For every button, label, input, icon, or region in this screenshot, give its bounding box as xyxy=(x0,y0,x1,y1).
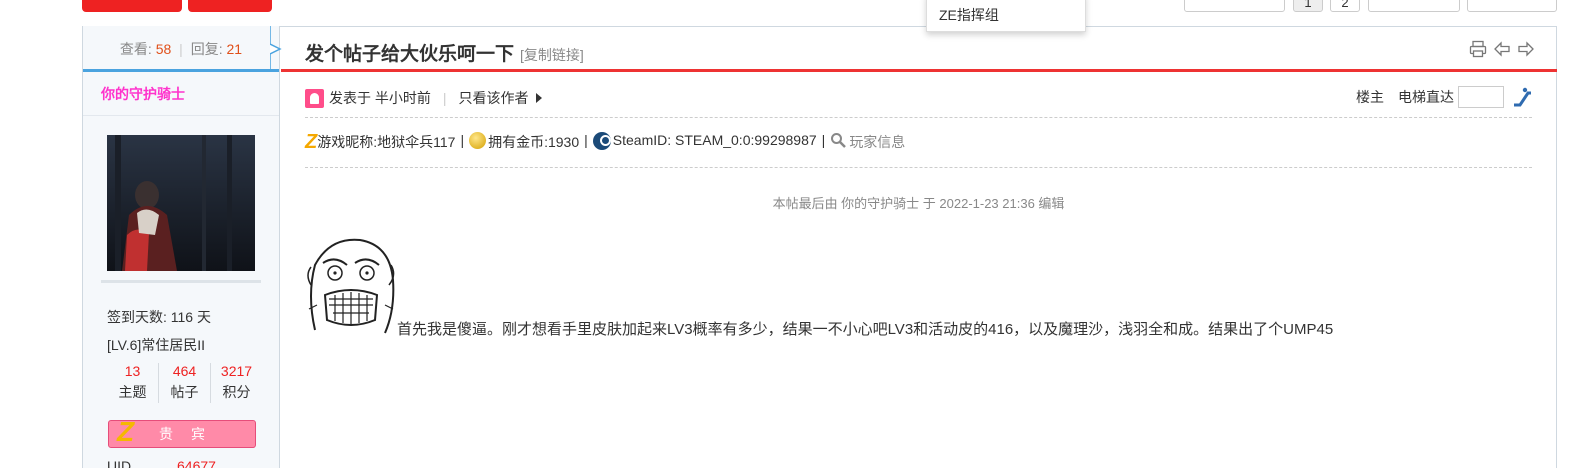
post-time: 发表于 半小时前 xyxy=(329,90,431,106)
post-content: 首先我是傻逼。刚才想看手里皮肤加起来LV3概率有多少，结果一不小心吧LV3和活动… xyxy=(397,321,1334,338)
replies-label: 回复: xyxy=(190,41,223,57)
title-row: 发个帖子给大伙乐呵一下 [复制链接] xyxy=(281,26,1557,72)
meta-separator: | xyxy=(442,90,447,106)
coin-icon xyxy=(469,132,487,149)
count-value: 464 xyxy=(172,363,197,379)
copy-link[interactable]: [复制链接] xyxy=(520,47,584,63)
thread-title-text: 发个帖子给大伙乐呵一下 xyxy=(305,44,515,65)
caret-right-icon xyxy=(535,93,542,103)
new-post-button[interactable] xyxy=(82,0,182,12)
steam-icon xyxy=(592,132,611,150)
menu-item-ze-command[interactable]: ZE指挥组 xyxy=(939,7,999,23)
floor-label: 楼主 xyxy=(1356,89,1384,105)
post-meta-row: 发表于 半小时前 | 只看该作者 楼主 电梯直达 xyxy=(305,86,1532,118)
game-info-row: Z 游戏昵称:地狱伞兵117 | 拥有金币:1930 | SteamID: ST… xyxy=(305,128,1532,168)
prev-thread-icon[interactable] xyxy=(1493,40,1511,58)
print-icon[interactable] xyxy=(1469,40,1487,58)
stats-separator: | xyxy=(179,41,183,57)
count-points[interactable]: 3217 积分 xyxy=(211,363,262,403)
count-threads[interactable]: 13 主题 xyxy=(107,363,159,403)
page-jump-input[interactable] xyxy=(1368,0,1460,12)
z-logo-icon: Z xyxy=(117,416,135,447)
author-sidebar: 查看: 58 | 回复: 21 你的守护骑士 签到天数: 116 天 [LV.6… xyxy=(82,26,280,468)
coin-count: 拥有金币:1930 xyxy=(488,134,580,150)
author-name[interactable]: 你的守护骑士 xyxy=(83,72,279,116)
views-count: 58 xyxy=(155,41,172,57)
replies-count: 21 xyxy=(226,41,243,57)
search-icon xyxy=(831,133,847,148)
page-current[interactable]: 1 xyxy=(1293,0,1323,12)
count-label: 主题 xyxy=(118,384,147,400)
separator: | xyxy=(460,132,465,148)
count-value: 13 xyxy=(124,363,141,379)
post-meta-left: 发表于 半小时前 | 只看该作者 xyxy=(305,88,542,108)
floor-jump-input[interactable] xyxy=(1458,86,1504,108)
count-label: 积分 xyxy=(222,384,251,400)
count-value: 3217 xyxy=(220,363,253,379)
go-escalator-icon[interactable] xyxy=(1512,87,1532,107)
separator: | xyxy=(584,132,588,148)
vip-label: 贵宾 xyxy=(159,426,223,442)
signin-days: 签到天数: 116 天 xyxy=(107,309,211,325)
avatar[interactable] xyxy=(107,135,255,271)
reply-button[interactable] xyxy=(188,0,272,12)
separator: | xyxy=(821,132,826,148)
count-label: 帖子 xyxy=(170,384,199,400)
player-info-link[interactable]: 玩家信息 xyxy=(849,132,905,152)
floor-jump-label: 电梯直达 xyxy=(1398,89,1454,105)
uid-label: UID xyxy=(107,458,132,468)
z-logo-icon: Z xyxy=(305,131,318,153)
steam-id: SteamID: STEAM_0:0:99298987 xyxy=(612,132,817,148)
uid-value: 64677 xyxy=(177,458,216,468)
avatar-frame xyxy=(101,133,261,283)
back-to-list-button[interactable] xyxy=(1184,0,1285,12)
title-tools xyxy=(1469,40,1535,58)
next-page-button[interactable] xyxy=(1467,0,1557,12)
thread-stats: 查看: 58 | 回复: 21 xyxy=(83,26,279,72)
views-label: 查看: xyxy=(119,41,152,57)
game-nickname: 游戏昵称:地狱伞兵117 xyxy=(317,134,456,150)
count-posts[interactable]: 464 帖子 xyxy=(159,363,211,403)
rage-face-image xyxy=(307,238,395,334)
user-level[interactable]: [LV.6]常住居民II xyxy=(83,335,279,353)
next-thread-icon[interactable] xyxy=(1517,40,1535,58)
online-status-icon xyxy=(305,88,324,108)
thread-title: 发个帖子给大伙乐呵一下 [复制链接] xyxy=(305,39,584,66)
user-counts: 13 主题 464 帖子 3217 积分 xyxy=(107,363,262,403)
vip-badge: Z 贵宾 xyxy=(108,416,256,448)
only-author-link[interactable]: 只看该作者 xyxy=(459,88,529,108)
post-meta-right: 楼主 电梯直达 xyxy=(1356,86,1532,108)
uid-row: UID 64677 xyxy=(83,458,279,468)
page-2[interactable]: 2 xyxy=(1330,0,1360,12)
edit-notice: 本帖最后由 你的守护骑士 于 2022-1-23 21:36 编辑 xyxy=(772,196,1065,211)
